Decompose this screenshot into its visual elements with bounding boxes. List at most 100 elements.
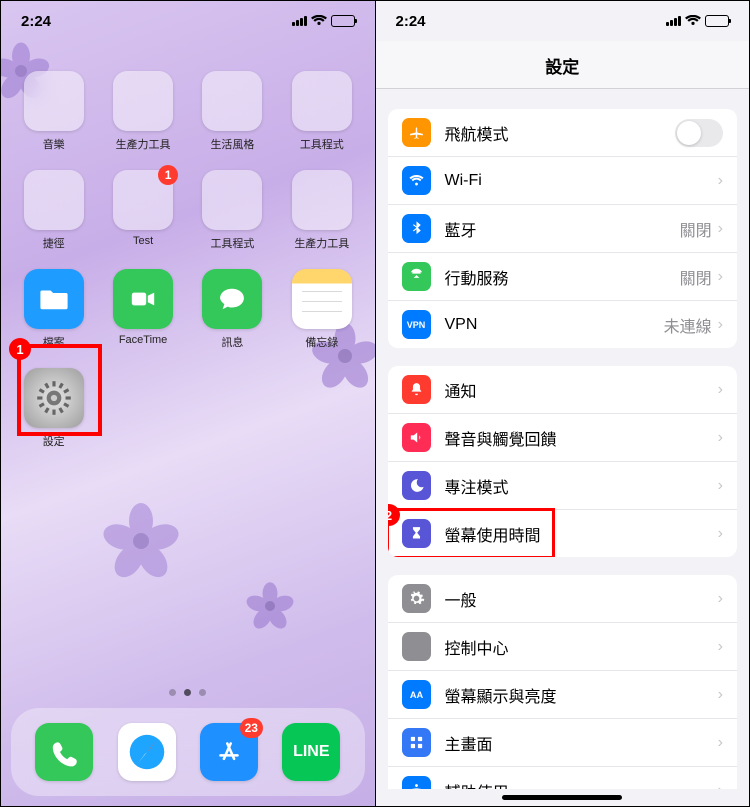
folder-icon[interactable] bbox=[292, 71, 352, 131]
row-label: 控制中心 bbox=[445, 635, 718, 659]
app-訊息[interactable]: 訊息 bbox=[192, 269, 273, 350]
app-檔案[interactable]: 檔案 bbox=[13, 269, 94, 350]
folder-icon[interactable] bbox=[202, 170, 262, 230]
app-label: FaceTime bbox=[119, 334, 168, 346]
aa-icon: AA bbox=[402, 680, 431, 709]
app-label: 工具程式 bbox=[210, 235, 254, 251]
page-indicator[interactable] bbox=[1, 677, 375, 708]
app-label: 生活風格 bbox=[210, 136, 254, 152]
dock-line[interactable]: LINE bbox=[282, 723, 340, 781]
hourglass-icon bbox=[402, 519, 431, 548]
app-icon[interactable] bbox=[292, 269, 352, 329]
settings-group: 一般›控制中心›AA螢幕顯示與亮度›主畫面›輔助使用›背景圖片›Siri 與搜尋… bbox=[388, 575, 738, 789]
settings-row-hourglass[interactable]: 螢幕使用時間›2 bbox=[388, 509, 738, 557]
accessibility-icon bbox=[402, 776, 431, 789]
app-生活風格[interactable]: 生活風格 bbox=[192, 71, 273, 152]
app-label: 生產力工具 bbox=[294, 235, 349, 251]
bell-icon bbox=[402, 375, 431, 404]
status-time: 2:24 bbox=[396, 13, 426, 30]
row-label: 行動服務 bbox=[445, 265, 680, 289]
app-備忘錄[interactable]: 備忘錄 bbox=[281, 269, 362, 350]
app-label: 工具程式 bbox=[300, 136, 344, 152]
settings-row-aa[interactable]: AA螢幕顯示與亮度› bbox=[388, 670, 738, 718]
folder-icon[interactable] bbox=[292, 170, 352, 230]
app-工具程式[interactable]: 工具程式 bbox=[281, 71, 362, 152]
row-value: 未連線 bbox=[664, 313, 712, 337]
cellular-icon bbox=[402, 262, 431, 291]
chevron-icon: › bbox=[718, 782, 723, 790]
settings-row-grid[interactable]: 主畫面› bbox=[388, 718, 738, 766]
settings-row-airplane[interactable]: 飛航模式 bbox=[388, 109, 738, 156]
status-bar: 2:24 bbox=[376, 1, 750, 41]
chevron-icon: › bbox=[718, 268, 723, 286]
gear-icon bbox=[402, 584, 431, 613]
app-FaceTime[interactable]: FaceTime bbox=[102, 269, 183, 350]
settings-row-bell[interactable]: 通知› bbox=[388, 366, 738, 413]
folder-icon[interactable] bbox=[24, 71, 84, 131]
app-icon[interactable] bbox=[113, 269, 173, 329]
step-badge-1: 1 bbox=[9, 338, 31, 360]
row-label: Wi-Fi bbox=[445, 172, 712, 190]
app-生產力工具[interactable]: 生產力工具 bbox=[281, 170, 362, 251]
svg-text:AA: AA bbox=[409, 690, 423, 700]
row-value: 關閉 bbox=[680, 217, 712, 241]
settings-list[interactable]: 飛航模式Wi-Fi ›藍牙關閉›行動服務關閉›VPNVPN未連線›通知›聲音與觸… bbox=[376, 89, 750, 789]
dock: 23 LINE bbox=[11, 708, 365, 796]
grid-icon bbox=[402, 728, 431, 757]
app-label: 音樂 bbox=[43, 136, 65, 152]
app-icon[interactable] bbox=[24, 269, 84, 329]
chevron-icon: › bbox=[718, 590, 723, 608]
wifi-icon bbox=[402, 166, 431, 195]
settings-title: 設定 bbox=[376, 41, 750, 89]
dock-phone[interactable] bbox=[35, 723, 93, 781]
chevron-icon: › bbox=[718, 316, 723, 334]
flower-decoration bbox=[101, 501, 181, 581]
app-icon[interactable] bbox=[202, 269, 262, 329]
settings-row-vpn[interactable]: VPNVPN未連線› bbox=[388, 300, 738, 348]
home-screen: 2:24 音樂生產力工具生活風格工具程式捷徑1Test工具程式生產力工具檔案Fa… bbox=[1, 1, 375, 806]
settings-row-bluetooth[interactable]: 藍牙關閉› bbox=[388, 204, 738, 252]
switches-icon bbox=[402, 632, 431, 661]
row-label: 聲音與觸覺回饋 bbox=[445, 426, 718, 450]
app-label: Test bbox=[133, 235, 153, 247]
dock-safari[interactable] bbox=[118, 723, 176, 781]
folder-icon[interactable] bbox=[24, 170, 84, 230]
app-工具程式[interactable]: 工具程式 bbox=[192, 170, 273, 251]
settings-row-accessibility[interactable]: 輔助使用› bbox=[388, 766, 738, 789]
chevron-icon: › bbox=[718, 525, 723, 543]
home-indicator[interactable] bbox=[502, 795, 622, 800]
vpn-icon: VPN bbox=[402, 310, 431, 339]
status-time: 2:24 bbox=[21, 13, 51, 30]
row-label: 螢幕使用時間 bbox=[445, 522, 718, 546]
settings-row-gear[interactable]: 一般› bbox=[388, 575, 738, 622]
row-label: 藍牙 bbox=[445, 217, 680, 241]
battery-icon bbox=[331, 15, 355, 27]
status-bar: 2:24 bbox=[1, 1, 375, 41]
toggle[interactable] bbox=[675, 119, 723, 147]
app-捷徑[interactable]: 捷徑 bbox=[13, 170, 94, 251]
chevron-icon: › bbox=[718, 381, 723, 399]
settings-row-moon[interactable]: 專注模式› bbox=[388, 461, 738, 509]
dock-appstore[interactable]: 23 bbox=[200, 723, 258, 781]
folder-icon[interactable] bbox=[202, 71, 262, 131]
app-Test[interactable]: 1 Test bbox=[102, 170, 183, 251]
chevron-icon: › bbox=[718, 686, 723, 704]
signal-icon bbox=[666, 16, 681, 26]
app-音樂[interactable]: 音樂 bbox=[13, 71, 94, 152]
badge: 1 bbox=[158, 165, 178, 185]
settings-group: 飛航模式Wi-Fi ›藍牙關閉›行動服務關閉›VPNVPN未連線› bbox=[388, 109, 738, 348]
app-生產力工具[interactable]: 生產力工具 bbox=[102, 71, 183, 152]
row-label: 輔助使用 bbox=[445, 779, 718, 790]
chevron-icon: › bbox=[718, 734, 723, 752]
wifi-icon bbox=[685, 15, 701, 27]
app-label: 備忘錄 bbox=[305, 334, 338, 350]
settings-row-speaker[interactable]: 聲音與觸覺回饋› bbox=[388, 413, 738, 461]
flower-decoration bbox=[245, 581, 295, 631]
speaker-icon bbox=[402, 423, 431, 452]
folder-icon[interactable]: 1 bbox=[113, 170, 173, 230]
settings-row-switches[interactable]: 控制中心› bbox=[388, 622, 738, 670]
settings-row-wifi[interactable]: Wi-Fi › bbox=[388, 156, 738, 204]
folder-icon[interactable] bbox=[113, 71, 173, 131]
chevron-icon: › bbox=[718, 638, 723, 656]
settings-row-cellular[interactable]: 行動服務關閉› bbox=[388, 252, 738, 300]
